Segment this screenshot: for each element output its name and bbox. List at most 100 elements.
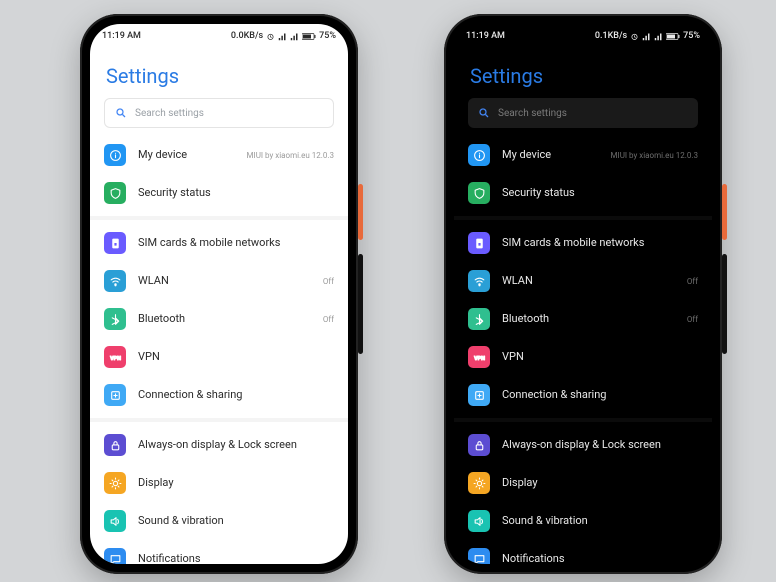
settings-row-label: Connection & sharing [502,388,698,402]
notif-icon [468,548,490,564]
wlan-icon [468,270,490,292]
sound-icon [104,510,126,532]
settings-row-security[interactable]: Security status [90,174,348,212]
screen-light: 11:19 AM 0.0KB/s 75% Settings Search set… [90,24,348,564]
settings-row-label: Notifications [138,552,334,564]
status-battery-pct: 75% [319,31,336,41]
settings-row-meta: MIUI by xiaomi.eu 12.0.3 [247,151,334,160]
security-icon [468,182,490,204]
signal-icon [642,32,651,41]
settings-row-connshare[interactable]: Connection & sharing [90,376,348,414]
volume-button [722,254,727,354]
settings-row-label: Always-on display & Lock screen [138,438,334,452]
settings-row-label: Bluetooth [502,312,675,326]
settings-row-meta: MIUI by xiaomi.eu 12.0.3 [611,151,698,160]
security-icon [104,182,126,204]
settings-row-meta: Off [687,315,698,324]
page-title: Settings [90,48,348,98]
settings-row-aod[interactable]: Always-on display & Lock screen [454,426,712,464]
settings-row-label: VPN [138,350,334,364]
settings-row-sim[interactable]: SIM cards & mobile networks [90,224,348,262]
page-title: Settings [454,48,712,98]
connshare-icon [104,384,126,406]
my-device-icon [468,144,490,166]
display-icon [468,472,490,494]
battery-icon [302,32,316,41]
search-icon [478,107,490,119]
status-icons: 0.1KB/s 75% [595,31,700,41]
settings-row-meta: Off [323,277,334,286]
aod-icon [468,434,490,456]
settings-row-my-device[interactable]: My deviceMIUI by xiaomi.eu 12.0.3 [454,136,712,174]
status-icons: 0.0KB/s 75% [231,31,336,41]
settings-row-notif[interactable]: Notifications [90,540,348,564]
separator [90,216,348,220]
alarm-icon [630,32,639,41]
settings-row-display[interactable]: Display [90,464,348,502]
settings-row-wlan[interactable]: WLAN Off [90,262,348,300]
settings-row-aod[interactable]: Always-on display & Lock screen [90,426,348,464]
settings-row-display[interactable]: Display [454,464,712,502]
settings-row-label: VPN [502,350,698,364]
settings-row-sound[interactable]: Sound & vibration [454,502,712,540]
volume-button [358,254,363,354]
settings-row-sound[interactable]: Sound & vibration [90,502,348,540]
svg-text:VPN: VPN [110,356,121,362]
separator [454,216,712,220]
settings-row-label: My device [138,148,235,162]
aod-icon [104,434,126,456]
connshare-icon [468,384,490,406]
status-net: 0.1KB/s [595,31,627,41]
settings-row-vpn[interactable]: VPN VPN [454,338,712,376]
settings-row-notif[interactable]: Notifications [454,540,712,564]
settings-row-vpn[interactable]: VPN VPN [90,338,348,376]
settings-row-label: Display [138,476,334,490]
svg-text:VPN: VPN [474,356,485,362]
notif-icon [104,548,126,564]
settings-row-label: Sound & vibration [138,514,334,528]
settings-row-label: WLAN [138,274,311,288]
settings-row-label: Notifications [502,552,698,564]
status-time: 11:19 AM [466,31,505,41]
settings-list-dark: My deviceMIUI by xiaomi.eu 12.0.3 Securit… [454,136,712,564]
vpn-icon: VPN [468,346,490,368]
settings-list-light: My device MIUI by xiaomi.eu 12.0.3 Securit… [90,136,348,564]
bt-icon [104,308,126,330]
settings-row-my-device[interactable]: My device MIUI by xiaomi.eu 12.0.3 [90,136,348,174]
wlan-icon [104,270,126,292]
sound-icon [468,510,490,532]
settings-row-label: Connection & sharing [138,388,334,402]
power-button [722,184,727,240]
screen-dark: 11:19 AM 0.1KB/s 75% Settings Search set… [454,24,712,564]
separator [454,418,712,422]
settings-row-label: Sound & vibration [502,514,698,528]
sim-icon [468,232,490,254]
settings-row-meta: Off [323,315,334,324]
settings-row-label: Always-on display & Lock screen [502,438,698,452]
search-input[interactable]: Search settings [104,98,334,128]
power-button [358,184,363,240]
settings-row-label: Display [502,476,698,490]
signal-icon [654,32,663,41]
settings-row-label: WLAN [502,274,675,288]
search-input[interactable]: Search settings [468,98,698,128]
signal-icon [278,32,287,41]
settings-row-connshare[interactable]: Connection & sharing [454,376,712,414]
settings-row-label: SIM cards & mobile networks [138,236,334,250]
phone-frame-dark: 11:19 AM 0.1KB/s 75% Settings Search set… [444,14,722,574]
alarm-icon [266,32,275,41]
status-bar: 11:19 AM 0.0KB/s 75% [90,24,348,48]
status-time: 11:19 AM [102,31,141,41]
battery-icon [666,32,680,41]
search-placeholder: Search settings [498,108,567,119]
my-device-icon [104,144,126,166]
settings-row-label: Security status [502,186,698,200]
settings-row-security[interactable]: Security status [454,174,712,212]
settings-row-meta: Off [687,277,698,286]
settings-row-label: SIM cards & mobile networks [502,236,698,250]
settings-row-bt[interactable]: Bluetooth Off [454,300,712,338]
settings-row-sim[interactable]: SIM cards & mobile networks [454,224,712,262]
settings-row-bt[interactable]: BluetoothOff [90,300,348,338]
settings-row-wlan[interactable]: WLAN Off [454,262,712,300]
search-placeholder: Search settings [135,108,204,119]
